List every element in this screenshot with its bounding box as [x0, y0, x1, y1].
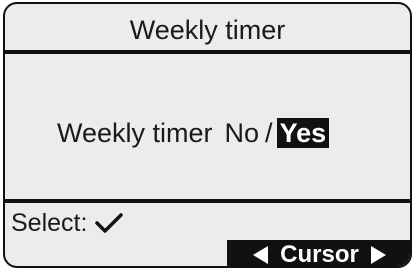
cursor-button[interactable]: Cursor	[227, 240, 410, 268]
option-separator: /	[265, 118, 273, 148]
remote-controller-display: Weekly timer Weekly timer No / Yes Selec…	[3, 2, 412, 268]
triangle-left-icon	[253, 246, 269, 264]
screen-title: Weekly timer	[129, 15, 286, 45]
select-label: Select:	[11, 209, 88, 237]
triangle-right-icon	[370, 246, 386, 264]
setting-label: Weekly timer	[57, 118, 213, 148]
option-no[interactable]: No	[225, 116, 260, 150]
option-yes-selected[interactable]: Yes	[276, 118, 330, 148]
check-icon	[95, 213, 124, 233]
title-divider	[5, 50, 410, 54]
cursor-label: Cursor	[280, 241, 359, 268]
weekly-timer-setting: Weekly timer No / Yes	[57, 116, 330, 150]
footer-divider	[5, 199, 410, 203]
select-hint: Select:	[11, 209, 124, 237]
